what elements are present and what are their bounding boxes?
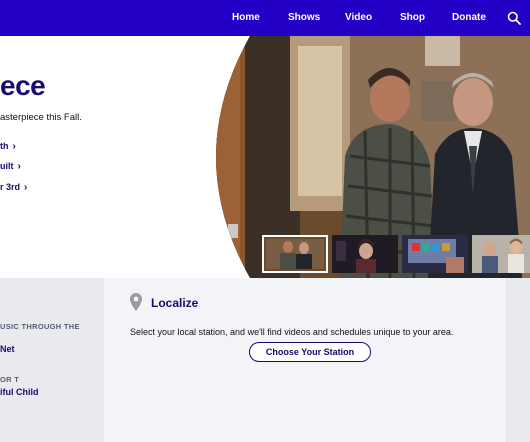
choose-station-button[interactable]: Choose Your Station [249,342,371,362]
location-pin-icon [130,293,142,311]
thumbnail-1[interactable] [262,235,328,273]
hero-link-2[interactable]: uilt › [0,161,21,172]
sidebar-caption-1: USIC THROUGH THE [0,322,80,331]
thumbnail-2[interactable] [332,235,398,273]
localize-description: Select your local station, and we'll fin… [130,327,454,337]
thumbnail-4[interactable] [472,235,530,273]
nav-video[interactable]: Video [345,12,372,23]
chevron-right-icon: › [24,182,28,193]
nav-shop[interactable]: Shop [400,12,425,23]
hero-title: ece [0,70,46,101]
chevron-right-icon: › [17,161,21,172]
search-icon[interactable] [507,11,521,25]
hero-link-3[interactable]: r 3rd › [0,182,27,193]
sidebar-caption-2: OR T [0,375,20,384]
right-panel [506,278,530,442]
schedule-sidebar: USIC THROUGH THE Net OR T iful Child [0,278,104,442]
hero-subtitle: asterpiece this Fall. [0,112,82,123]
chevron-right-icon: › [12,141,16,152]
hero-link-1-label: th [0,141,9,151]
hero-link-1[interactable]: th › [0,141,16,152]
thumbnail-3[interactable] [402,235,468,273]
thumbnail-strip [262,235,530,275]
nav-home[interactable]: Home [232,12,260,23]
nav-donate[interactable]: Donate [452,12,486,23]
localize-title: Localize [151,296,199,310]
hero-link-2-label: uilt [0,161,14,171]
sidebar-link-1[interactable]: Net [0,344,15,354]
nav-shows[interactable]: Shows [288,12,320,23]
sidebar-link-2[interactable]: iful Child [0,387,39,397]
hero-link-3-label: r 3rd [0,182,21,192]
top-nav-bar: Home Shows Video Shop Donate [0,0,530,36]
